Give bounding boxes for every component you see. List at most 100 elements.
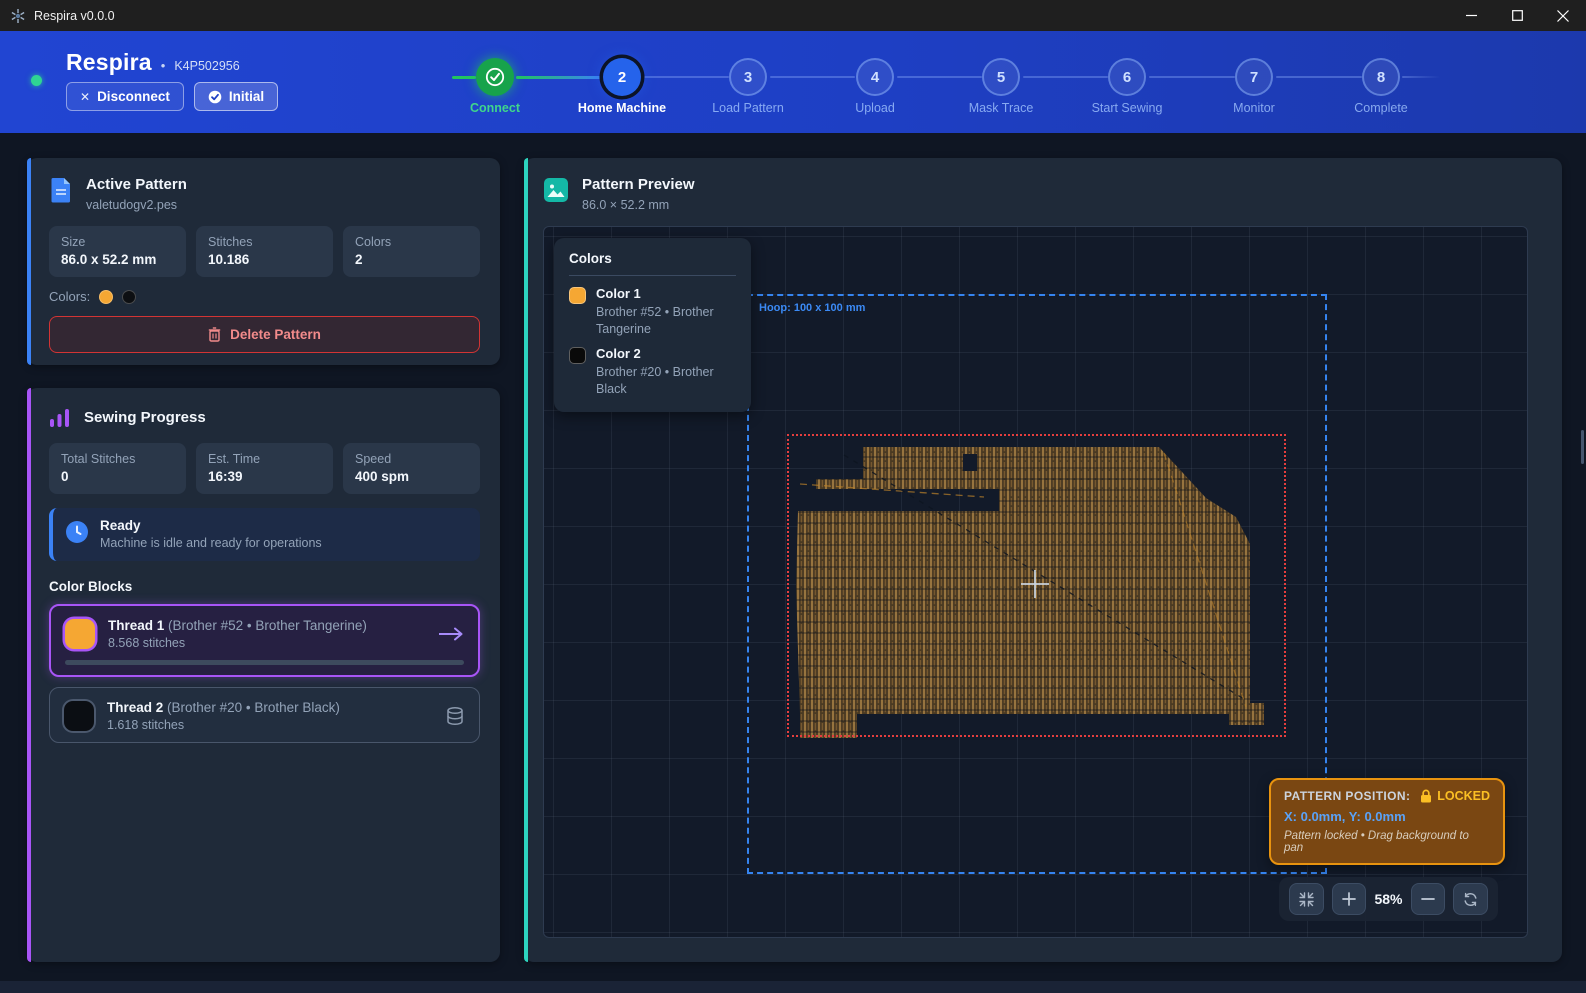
- zoom-out-button[interactable]: [1411, 883, 1446, 915]
- delete-pattern-button[interactable]: Delete Pattern: [49, 316, 480, 353]
- background-window-edge: [0, 981, 1586, 993]
- active-pattern-card: Active Pattern valetudogv2.pes Size 86.0…: [27, 158, 500, 365]
- color-blocks-heading: Color Blocks: [27, 561, 500, 594]
- scrollbar-thumb[interactable]: [1581, 430, 1584, 464]
- step-mask-trace[interactable]: 5 Mask Trace: [938, 58, 1064, 115]
- step-load-pattern[interactable]: 3 Load Pattern: [685, 58, 811, 115]
- locked-badge: LOCKED: [1420, 789, 1490, 803]
- step-complete[interactable]: 8 Complete: [1318, 58, 1444, 115]
- machine-status-box: Ready Machine is idle and ready for oper…: [49, 508, 480, 561]
- thread-2-stitches: 1.618 stitches: [107, 718, 340, 732]
- step-label: Connect: [432, 101, 558, 115]
- zoom-level: 58%: [1374, 891, 1402, 907]
- close-icon: [1557, 10, 1569, 22]
- thread-2-swatch: [64, 701, 94, 731]
- status-description: Machine is idle and ready for operations: [100, 536, 322, 550]
- step-number: 4: [856, 58, 894, 96]
- color-swatch-1: [99, 290, 113, 304]
- legend-item-color2: Color 2 Brother #20 • Brother Black: [569, 346, 736, 398]
- thread-2-name: Thread 2 (Brother #20 • Brother Black): [107, 700, 340, 715]
- stat-label: Stitches: [208, 235, 321, 249]
- minimize-icon: [1466, 10, 1477, 21]
- database-icon: [445, 706, 465, 726]
- stat-label: Est. Time: [208, 452, 321, 466]
- zoom-in-button[interactable]: [1332, 883, 1367, 915]
- thread-1-stitches: 8.568 stitches: [108, 636, 367, 650]
- pattern-preview-title: Pattern Preview: [582, 176, 695, 193]
- refresh-icon: [1463, 892, 1478, 907]
- pattern-dimensions: 86.0 × 52.2 mm: [582, 198, 695, 212]
- arrow-right-icon: [438, 626, 464, 642]
- step-label: Complete: [1318, 101, 1444, 115]
- stat-stitches: Stitches 10.186: [196, 226, 333, 277]
- color-swatch-2: [122, 290, 136, 304]
- stat-label: Speed: [355, 452, 468, 466]
- locked-label: LOCKED: [1437, 789, 1490, 803]
- stat-total-stitches: Total Stitches 0: [49, 443, 186, 494]
- stat-label: Size: [61, 235, 174, 249]
- stat-speed: Speed 400 spm: [343, 443, 480, 494]
- legend-color-detail: Brother #52 • Brother Tangerine: [596, 304, 736, 338]
- chart-bars-icon: [49, 407, 71, 429]
- maximize-icon: [1512, 10, 1523, 21]
- stat-value: 10.186: [208, 252, 321, 267]
- step-number: 6: [1108, 58, 1146, 96]
- image-icon: [543, 177, 569, 203]
- thread-name: Thread 2: [107, 700, 163, 715]
- colors-label: Colors:: [49, 289, 90, 304]
- maximize-button[interactable]: [1494, 0, 1540, 31]
- legend-color-name: Color 1: [596, 286, 736, 301]
- window-title: Respira v0.0.0: [34, 9, 115, 23]
- pattern-position-overlay: PATTERN POSITION: LOCKED X: 0.0mm, Y: 0.…: [1269, 778, 1505, 865]
- step-number: 2: [603, 58, 641, 96]
- thread-1-progress-bar: [65, 660, 464, 665]
- stat-value: 0: [61, 469, 174, 484]
- step-number: 8: [1362, 58, 1400, 96]
- zoom-controls: 58%: [1279, 877, 1498, 921]
- card-accent: [27, 388, 31, 962]
- card-accent: [524, 158, 528, 962]
- pattern-preview-card: Pattern Preview 86.0 × 52.2 mm Hoop: 100…: [524, 158, 1562, 962]
- sewing-progress-title: Sewing Progress: [84, 409, 206, 426]
- stat-value: 86.0 x 52.2 mm: [61, 252, 174, 267]
- wizard-stepper: Connect 2 Home Machine 3 Load Pattern 4 …: [0, 31, 1586, 133]
- color-legend: Colors Color 1 Brother #52 • Brother Tan…: [554, 238, 751, 412]
- stat-value: 2: [355, 252, 468, 267]
- step-connect[interactable]: Connect: [432, 58, 558, 115]
- step-label: Load Pattern: [685, 101, 811, 115]
- thread-2-block[interactable]: Thread 2 (Brother #20 • Brother Black) 1…: [49, 687, 480, 743]
- pattern-lock-hint: Pattern locked • Drag background to pan: [1284, 830, 1490, 854]
- plus-icon: [1342, 892, 1356, 906]
- step-home-machine[interactable]: 2 Home Machine: [559, 58, 685, 115]
- pattern-filename: valetudogv2.pes: [86, 198, 187, 212]
- thread-detail: (Brother #52 • Brother Tangerine): [168, 618, 367, 633]
- legend-color-detail: Brother #20 • Brother Black: [596, 364, 736, 398]
- minimize-button[interactable]: [1448, 0, 1494, 31]
- legend-divider: [569, 275, 736, 276]
- trash-icon: [208, 327, 221, 342]
- legend-item-color1: Color 1 Brother #52 • Brother Tangerine: [569, 286, 736, 338]
- pattern-canvas[interactable]: Hoop: 100 x 100 mm: [543, 226, 1528, 938]
- thread-name: Thread 1: [108, 618, 164, 633]
- step-number: 7: [1235, 58, 1273, 96]
- thread-1-swatch: [65, 619, 95, 649]
- pattern-position-label: PATTERN POSITION:: [1284, 789, 1410, 803]
- step-label: Upload: [812, 101, 938, 115]
- thread-1-block[interactable]: Thread 1 (Brother #52 • Brother Tangerin…: [49, 604, 480, 677]
- fit-to-screen-button[interactable]: [1289, 883, 1324, 915]
- stat-est-time: Est. Time 16:39: [196, 443, 333, 494]
- stat-size: Size 86.0 x 52.2 mm: [49, 226, 186, 277]
- minus-icon: [1421, 892, 1435, 906]
- step-upload[interactable]: 4 Upload: [812, 58, 938, 115]
- app-icon: [10, 8, 26, 24]
- step-start-sewing[interactable]: 6 Start Sewing: [1064, 58, 1190, 115]
- center-cross: [1021, 570, 1049, 598]
- step-connect-circle: [476, 58, 514, 96]
- reset-view-button[interactable]: [1453, 883, 1488, 915]
- step-monitor[interactable]: 7 Monitor: [1191, 58, 1317, 115]
- step-label: Mask Trace: [938, 101, 1064, 115]
- close-button[interactable]: [1540, 0, 1586, 31]
- fit-screen-icon: [1299, 892, 1314, 907]
- stat-value: 400 spm: [355, 469, 468, 484]
- document-icon: [49, 177, 73, 203]
